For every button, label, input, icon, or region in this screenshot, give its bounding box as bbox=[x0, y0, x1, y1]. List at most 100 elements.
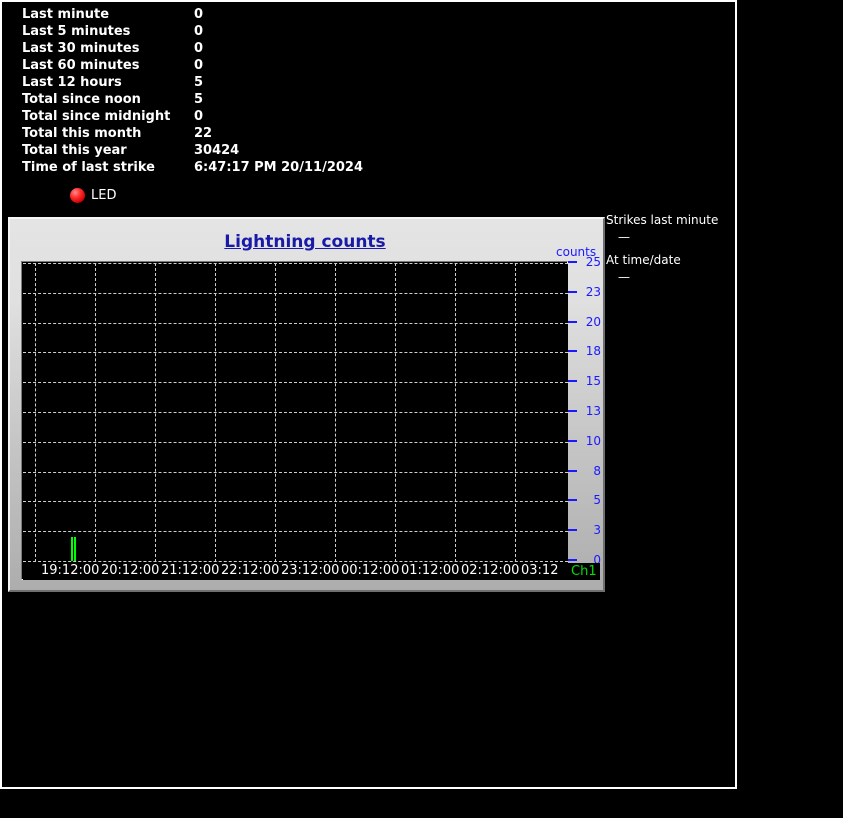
stat-value: 6:47:17 PM 20/11/2024 bbox=[194, 159, 363, 176]
y-tick-mark bbox=[568, 350, 577, 352]
plot-frame[interactable]: 19:12:0020:12:0021:12:0022:12:0023:12:00… bbox=[21, 261, 568, 580]
gridline-vertical bbox=[215, 263, 216, 562]
y-tick-mark bbox=[568, 499, 577, 501]
readout-value: — bbox=[606, 229, 736, 246]
y-tick-label: 15 bbox=[581, 374, 601, 388]
stat-value: 0 bbox=[194, 57, 203, 74]
gridline-vertical bbox=[275, 263, 276, 562]
y-tick-mark bbox=[568, 410, 577, 412]
stat-label: Total since noon bbox=[22, 91, 141, 108]
y-tick: 10 bbox=[568, 434, 606, 448]
gridline-horizontal bbox=[23, 472, 568, 473]
x-tick-label: 21:12:00 bbox=[161, 563, 219, 578]
plot-area[interactable] bbox=[23, 263, 568, 562]
app-root: Last minute0Last 5 minutes0Last 30 minut… bbox=[0, 0, 843, 818]
stat-value: 22 bbox=[194, 125, 212, 142]
y-tick-mark bbox=[568, 321, 577, 323]
y-tick-mark bbox=[568, 559, 577, 561]
main-window-frame: Last minute0Last 5 minutes0Last 30 minut… bbox=[0, 0, 737, 789]
y-tick-label: 18 bbox=[581, 344, 601, 358]
y-tick-label: 25 bbox=[581, 255, 601, 269]
readout-value: — bbox=[606, 269, 736, 286]
stat-row: Last 12 hours5 bbox=[22, 74, 442, 91]
gridline-vertical bbox=[395, 263, 396, 562]
stat-label: Last 12 hours bbox=[22, 74, 122, 91]
y-tick: 3 bbox=[568, 523, 606, 537]
legend-ch1[interactable]: Ch1 bbox=[568, 563, 600, 580]
y-tick: 23 bbox=[568, 285, 606, 299]
strike-readouts: Strikes last minute—At time/date— bbox=[606, 212, 736, 286]
chart-bar bbox=[71, 537, 73, 561]
x-tick-label: 19:12:00 bbox=[41, 563, 99, 578]
x-axis-labels: 19:12:0020:12:0021:12:0022:12:0023:12:00… bbox=[23, 562, 568, 580]
chart-title: Lightning counts bbox=[10, 232, 600, 252]
stat-row: Total this year 30424 bbox=[22, 142, 442, 159]
stat-row: Last 5 minutes 0 bbox=[22, 23, 442, 40]
y-tick: 5 bbox=[568, 493, 606, 507]
x-tick-label: 23:12:00 bbox=[281, 563, 339, 578]
y-tick: 20 bbox=[568, 315, 606, 329]
stat-label: Total this month bbox=[22, 125, 141, 142]
chart-bar bbox=[74, 537, 76, 561]
stat-row: Total since noon 5 bbox=[22, 91, 442, 108]
y-tick-mark bbox=[568, 380, 577, 382]
stat-row: Total since midnight 0 bbox=[22, 108, 442, 125]
y-tick: 18 bbox=[568, 344, 606, 358]
stat-value: 0 bbox=[194, 40, 203, 57]
y-tick-label: 10 bbox=[581, 434, 601, 448]
y-tick-mark bbox=[568, 261, 577, 263]
readout-label: At time/date bbox=[606, 252, 736, 269]
stat-row: Time of last strike 6:47:17 PM 20/11/2024 bbox=[22, 159, 442, 176]
gridline-horizontal bbox=[23, 531, 568, 532]
gridline-horizontal bbox=[23, 442, 568, 443]
led-lamp-icon bbox=[70, 188, 85, 203]
gridline-horizontal bbox=[23, 501, 568, 502]
stat-row: Total this month 22 bbox=[22, 125, 442, 142]
stat-label: Last 5 minutes bbox=[22, 23, 130, 40]
gridline-vertical bbox=[335, 263, 336, 562]
lightning-stats-table: Last minute0Last 5 minutes0Last 30 minut… bbox=[22, 6, 442, 176]
y-tick-mark bbox=[568, 470, 577, 472]
y-tick: 13 bbox=[568, 404, 606, 418]
x-tick-label: 01:12:00 bbox=[401, 563, 459, 578]
gridline-vertical bbox=[455, 263, 456, 562]
x-tick-label: 22:12:00 bbox=[221, 563, 279, 578]
stat-value: 0 bbox=[194, 108, 203, 125]
y-tick-label: 23 bbox=[581, 285, 601, 299]
gridline-horizontal bbox=[23, 263, 568, 264]
x-tick-label: 03:12 bbox=[521, 563, 558, 578]
y-tick-label: 8 bbox=[581, 464, 601, 478]
gridline-vertical bbox=[155, 263, 156, 562]
x-tick-label: 02:12:00 bbox=[461, 563, 519, 578]
stat-label: Total this year bbox=[22, 142, 127, 159]
y-tick: 25 bbox=[568, 255, 606, 269]
stat-label: Last minute bbox=[22, 6, 109, 23]
gridline-horizontal bbox=[23, 382, 568, 383]
y-tick-mark bbox=[568, 440, 577, 442]
stat-row: Last minute0 bbox=[22, 6, 442, 23]
gridline-horizontal bbox=[23, 352, 568, 353]
x-tick-label: 00:12:00 bbox=[341, 563, 399, 578]
y-tick-label: 5 bbox=[581, 493, 601, 507]
y-tick-mark bbox=[568, 291, 577, 293]
gridline-horizontal bbox=[23, 323, 568, 324]
stat-value: 30424 bbox=[194, 142, 239, 159]
stat-label: Time of last strike bbox=[22, 159, 155, 176]
stat-row: Last 60 minutes 0 bbox=[22, 57, 442, 74]
stat-row: Last 30 minutes0 bbox=[22, 40, 442, 57]
gridline-vertical bbox=[515, 263, 516, 562]
stat-label: Last 60 minutes bbox=[22, 57, 139, 74]
gridline-vertical bbox=[95, 263, 96, 562]
gridline-vertical bbox=[35, 263, 36, 562]
y-tick-label: 3 bbox=[581, 523, 601, 537]
y-tick: 8 bbox=[568, 464, 606, 478]
x-tick-label: 20:12:00 bbox=[101, 563, 159, 578]
stat-label: Total since midnight bbox=[22, 108, 170, 125]
y-tick-mark bbox=[568, 529, 577, 531]
stat-value: 5 bbox=[194, 91, 203, 108]
readout-label: Strikes last minute bbox=[606, 212, 736, 229]
y-tick-label: 13 bbox=[581, 404, 601, 418]
gridline-horizontal bbox=[23, 412, 568, 413]
y-tick-label: 20 bbox=[581, 315, 601, 329]
stat-value: 0 bbox=[194, 23, 203, 40]
